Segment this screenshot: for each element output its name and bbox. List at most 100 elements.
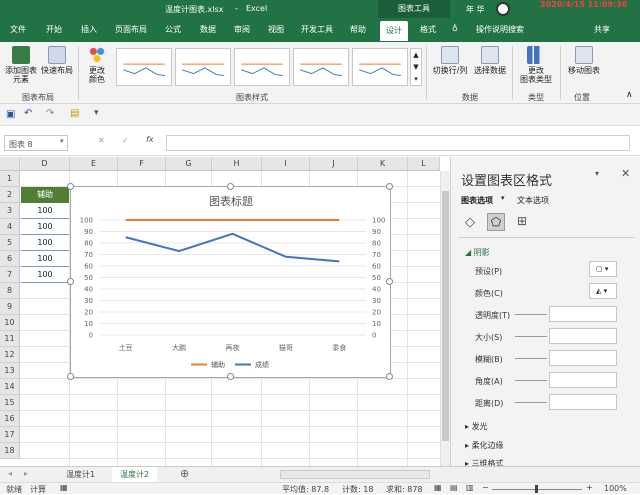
section-shadow[interactable]: ◢ 阴影 bbox=[465, 247, 490, 258]
transparency-slider[interactable] bbox=[515, 314, 547, 315]
table-cell[interactable]: 100 bbox=[21, 235, 69, 251]
table-cell[interactable]: 100 bbox=[21, 203, 69, 219]
chart-style-5[interactable] bbox=[352, 48, 408, 86]
zoom-slider-thumb[interactable] bbox=[535, 485, 538, 493]
secondary-y-axis[interactable]: 0 10 20 30 40 50 60 70 80 90 100 bbox=[372, 217, 385, 340]
cancel-icon[interactable]: ✕ bbox=[98, 136, 105, 145]
row-header[interactable]: 10 bbox=[0, 315, 20, 331]
blur-slider[interactable] bbox=[515, 358, 547, 359]
chart-series[interactable] bbox=[125, 219, 340, 263]
tab-view[interactable]: 视图 bbox=[268, 24, 284, 35]
table-cell[interactable]: 100 bbox=[21, 267, 69, 283]
resize-handle[interactable] bbox=[227, 183, 234, 190]
col-header-i[interactable]: I bbox=[262, 157, 310, 171]
tab-help[interactable]: 帮助 bbox=[350, 24, 366, 35]
chart-style-1[interactable] bbox=[116, 48, 172, 86]
change-colors-button[interactable]: 更改 颜色 bbox=[82, 46, 112, 84]
resize-handle[interactable] bbox=[386, 278, 393, 285]
tab-developer[interactable]: 开发工具 bbox=[301, 24, 333, 35]
row-header[interactable]: 5 bbox=[0, 235, 20, 251]
formula-input[interactable] bbox=[166, 135, 630, 151]
quick-layout-button[interactable]: 快速布局 bbox=[40, 46, 74, 75]
row-header[interactable]: 9 bbox=[0, 299, 20, 315]
col-header-l[interactable]: L bbox=[408, 157, 440, 171]
row-header[interactable]: 17 bbox=[0, 427, 20, 443]
confirm-icon[interactable]: ✓ bbox=[122, 136, 129, 145]
size-slider[interactable] bbox=[515, 336, 547, 337]
change-chart-type-button[interactable]: 更改 图表类型 bbox=[516, 46, 556, 84]
row-header[interactable]: 16 bbox=[0, 411, 20, 427]
horizontal-scrollbar[interactable] bbox=[280, 470, 430, 479]
tab-formulas[interactable]: 公式 bbox=[165, 24, 181, 35]
page-break-view-icon[interactable]: ▥ bbox=[466, 483, 474, 492]
section-soft-edges[interactable]: ▸ 柔化边缘 bbox=[465, 440, 504, 451]
table-cell[interactable]: 100 bbox=[21, 251, 69, 267]
transparency-input[interactable] bbox=[549, 306, 617, 322]
pane-options-dropdown-icon[interactable]: ▾ bbox=[595, 169, 599, 178]
effects-icon[interactable]: ⬠ bbox=[487, 213, 505, 231]
scrollbar-thumb[interactable] bbox=[442, 191, 449, 441]
normal-view-icon[interactable]: ▦ bbox=[434, 483, 442, 492]
row-header[interactable]: 1 bbox=[0, 171, 20, 187]
next-sheet-icon[interactable]: ▸ bbox=[24, 469, 28, 478]
angle-input[interactable] bbox=[549, 372, 617, 388]
color-picker-dropdown[interactable]: ◭ ▾ bbox=[589, 283, 617, 299]
primary-y-axis[interactable]: 0 10 20 30 40 50 60 70 80 90 100 bbox=[80, 217, 93, 340]
resize-handle[interactable] bbox=[67, 183, 74, 190]
tab-text-options[interactable]: 文本选项 bbox=[517, 195, 549, 206]
resize-handle[interactable] bbox=[386, 373, 393, 380]
distance-slider[interactable] bbox=[515, 402, 547, 403]
preset-dropdown[interactable]: ▢ ▾ bbox=[589, 261, 617, 277]
redo-icon[interactable]: ↷ bbox=[46, 108, 54, 119]
tab-insert[interactable]: 插入 bbox=[81, 24, 97, 35]
blur-input[interactable] bbox=[549, 350, 617, 366]
table-header-cell[interactable]: 辅助 bbox=[21, 187, 69, 203]
tab-format[interactable]: 格式 bbox=[420, 24, 436, 35]
zoom-out-icon[interactable]: − bbox=[482, 483, 489, 492]
resize-handle[interactable] bbox=[386, 183, 393, 190]
row-header[interactable]: 18 bbox=[0, 443, 20, 459]
chevron-down-icon[interactable]: ▾ bbox=[501, 194, 505, 202]
row-header[interactable]: 14 bbox=[0, 379, 20, 395]
chart-area[interactable]: 图表标题 0 10 20 30 40 50 60 70 80 90 100 0 10 20 30 40 50 6… bbox=[67, 183, 393, 380]
avatar[interactable] bbox=[496, 2, 510, 16]
chart-style-4[interactable] bbox=[293, 48, 349, 86]
row-header[interactable]: 13 bbox=[0, 363, 20, 379]
row-header[interactable]: 3 bbox=[0, 203, 20, 219]
tab-home[interactable]: 开始 bbox=[46, 24, 62, 35]
vertical-scrollbar[interactable] bbox=[440, 171, 450, 466]
row-header[interactable]: 6 bbox=[0, 251, 20, 267]
col-header-d[interactable]: D bbox=[20, 157, 70, 171]
resize-handle[interactable] bbox=[227, 373, 234, 380]
tab-review[interactable]: 审阅 bbox=[234, 24, 250, 35]
col-header-g[interactable]: G bbox=[166, 157, 212, 171]
tab-file[interactable]: 文件 bbox=[10, 24, 26, 35]
chart-legend[interactable]: 辅助 成绩 bbox=[191, 360, 269, 369]
tell-me-search[interactable]: 操作说明搜索 bbox=[476, 24, 524, 35]
move-chart-button[interactable]: 移动图表 bbox=[564, 46, 604, 75]
col-header-k[interactable]: K bbox=[358, 157, 408, 171]
size-properties-icon[interactable]: ⊞ bbox=[517, 214, 527, 228]
chart-style-3[interactable] bbox=[234, 48, 290, 86]
tab-data[interactable]: 数据 bbox=[200, 24, 216, 35]
close-icon[interactable]: ✕ bbox=[621, 167, 630, 180]
row-header[interactable]: 4 bbox=[0, 219, 20, 235]
add-chart-element-button[interactable]: 添加图表 元素 bbox=[4, 46, 38, 84]
tab-design[interactable]: 设计 bbox=[380, 21, 408, 41]
open-icon[interactable]: ▤ bbox=[70, 108, 79, 119]
row-header[interactable]: 7 bbox=[0, 267, 20, 283]
styles-scroll[interactable]: ▲ ▼ ▾ bbox=[410, 48, 422, 86]
select-all-corner[interactable] bbox=[0, 157, 20, 171]
resize-handle[interactable] bbox=[67, 278, 74, 285]
name-box-dropdown-icon[interactable]: ▾ bbox=[60, 137, 64, 145]
row-header[interactable]: 15 bbox=[0, 395, 20, 411]
row-header[interactable]: 11 bbox=[0, 331, 20, 347]
angle-slider[interactable] bbox=[515, 380, 547, 381]
undo-icon[interactable]: ↶ bbox=[24, 108, 32, 119]
fx-icon[interactable]: fx bbox=[146, 135, 154, 144]
col-header-f[interactable]: F bbox=[118, 157, 166, 171]
row-header[interactable]: 8 bbox=[0, 283, 20, 299]
share-button[interactable]: 共享 bbox=[594, 24, 610, 35]
size-input[interactable] bbox=[549, 328, 617, 344]
series-line[interactable] bbox=[125, 232, 340, 263]
